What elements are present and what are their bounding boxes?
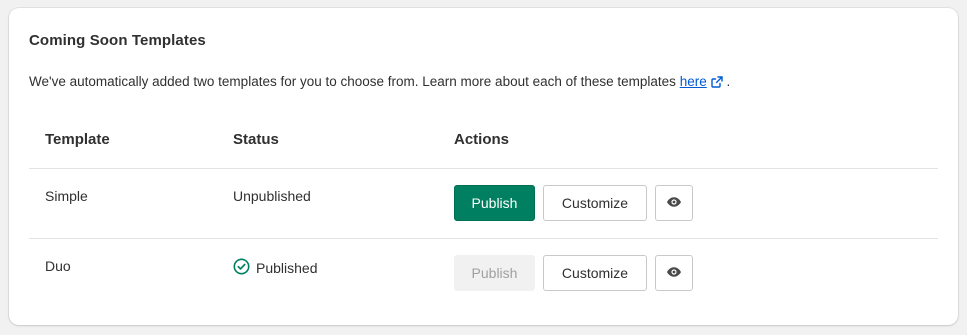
external-link-icon[interactable] — [711, 76, 723, 91]
description-text: We've automatically added two templates … — [29, 74, 680, 89]
status-text: Published — [256, 260, 318, 276]
learn-more-link[interactable]: here — [680, 74, 707, 89]
customize-button[interactable]: Customize — [543, 255, 647, 291]
publish-button[interactable]: Publish — [454, 255, 535, 291]
header-template: Template — [45, 131, 110, 148]
status-cell: Published — [233, 258, 318, 278]
header-actions: Actions — [454, 131, 510, 148]
learn-more-link-label: here — [679, 74, 707, 89]
coming-soon-templates-card: Coming Soon Templates We've automaticall… — [9, 8, 958, 325]
preview-button[interactable] — [655, 185, 693, 221]
templates-table: Template Status Actions Simple Unpublish… — [29, 118, 938, 308]
status-text: Unpublished — [233, 188, 311, 204]
description-suffix: . — [722, 74, 731, 89]
row-actions: Publish Customize — [454, 255, 693, 291]
table-row: Duo Published Publish Customize — [29, 239, 938, 308]
table-header: Template Status Actions — [29, 118, 938, 169]
eye-icon — [666, 194, 682, 213]
template-name: Simple — [45, 188, 88, 204]
row-actions: Publish Customize — [454, 185, 693, 221]
card-description: We've automatically added two templates … — [29, 74, 730, 91]
check-circle-icon — [233, 258, 250, 278]
eye-icon — [666, 264, 682, 283]
card-title: Coming Soon Templates — [29, 32, 206, 49]
template-name: Duo — [45, 258, 71, 274]
table-row: Simple Unpublished Publish Customize — [29, 169, 938, 239]
header-status: Status — [233, 131, 279, 148]
customize-button[interactable]: Customize — [543, 185, 647, 221]
preview-button[interactable] — [655, 255, 693, 291]
publish-button[interactable]: Publish — [454, 185, 535, 221]
